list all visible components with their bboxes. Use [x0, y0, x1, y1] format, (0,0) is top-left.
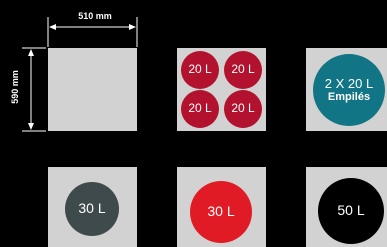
- width-arrow-right: [129, 24, 136, 30]
- height-arrow-bottom: [28, 123, 34, 130]
- tile-stacked-20l: 2 X 20 L Empilés: [306, 48, 387, 131]
- bin-30l-dark-label: 30 L: [78, 200, 106, 217]
- bin-20l-disc: 20 L: [181, 90, 219, 128]
- bin-20l-label: 20 L: [188, 101, 212, 116]
- bin-20l-disc: 20 L: [181, 51, 219, 89]
- bin-30l-red-label: 30 L: [207, 203, 235, 220]
- bin-50l-label: 50 L: [337, 202, 365, 219]
- bin-20l-label: 20 L: [231, 62, 255, 77]
- bin-stacked-label: 2 X 20 L: [324, 75, 374, 91]
- bin-30l-dark-disc: 30 L: [65, 182, 119, 236]
- tile-30l-red: 30 L: [177, 167, 266, 247]
- tile-empty: [48, 48, 137, 131]
- diagram-canvas: 510 mm 590 mm 20 L 20 L 20 L 20 L 2 X 20…: [0, 0, 387, 247]
- height-dimension-label: 590 mm: [10, 70, 20, 104]
- bin-20l-disc: 20 L: [224, 90, 262, 128]
- bin-20l-label: 20 L: [231, 101, 255, 116]
- bin-stacked-disc: 2 X 20 L Empilés: [313, 54, 385, 126]
- height-arrow-top: [28, 49, 34, 56]
- width-arrow-left: [49, 24, 56, 30]
- tile-four-20l: 20 L 20 L 20 L 20 L: [177, 48, 266, 131]
- bin-50l-disc: 50 L: [318, 178, 384, 244]
- bin-20l-disc: 20 L: [224, 51, 262, 89]
- tile-50l: 50 L: [306, 167, 387, 247]
- bin-stacked-sublabel: Empilés: [327, 91, 371, 104]
- bin-20l-label: 20 L: [188, 62, 212, 77]
- tile-30l-dark: 30 L: [48, 167, 137, 247]
- bin-30l-red-disc: 30 L: [190, 181, 252, 243]
- width-dimension-label: 510 mm: [78, 11, 112, 21]
